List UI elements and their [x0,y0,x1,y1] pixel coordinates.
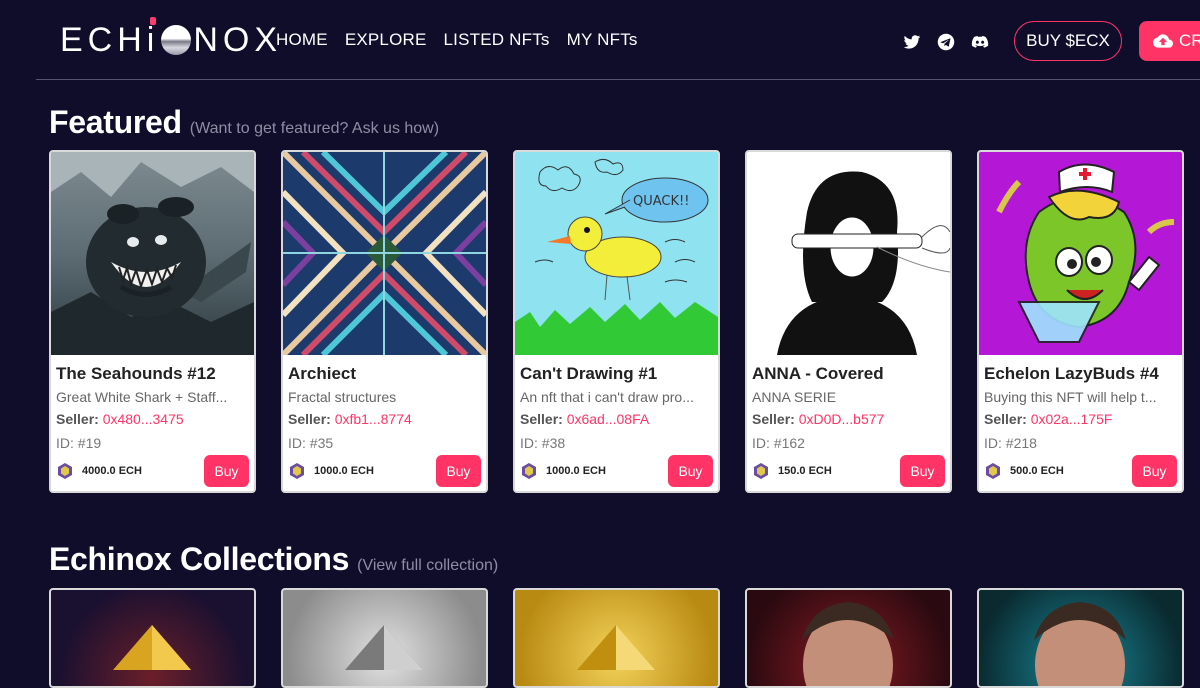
ech-token-icon [58,463,72,479]
featured-heading: Featured (Want to get featured? Ask us h… [49,104,439,141]
collections-heading: Echinox Collections (View full collectio… [49,541,498,578]
price-value: 1000.0 ECH [314,465,374,477]
nft-seller: Seller: 0xD0D...b577 [752,411,884,427]
price-value: 4000.0 ECH [82,465,142,477]
logo-text-right: NOX [193,20,283,59]
nft-id: ID: #38 [520,435,566,451]
create-button-label: CR [1179,31,1200,50]
nft-name[interactable]: The Seahounds #12 [56,364,216,384]
seller-address[interactable]: 0x6ad...08FA [567,411,650,427]
ech-token-icon [522,463,536,479]
buy-button[interactable]: Buy [900,455,945,487]
telegram-icon[interactable] [937,33,955,51]
nft-description: ANNA SERIE [752,389,837,405]
nft-id: ID: #162 [752,435,805,451]
ethereum-icon [345,625,423,670]
nft-image[interactable] [747,152,950,355]
collection-card[interactable] [49,588,256,688]
nft-image[interactable] [979,152,1182,355]
collections-subtitle-link[interactable]: (View full collection) [357,557,498,575]
seller-label: Seller: [288,411,331,427]
collection-card[interactable] [745,588,952,688]
ethereum-icon [113,625,191,670]
seller-address[interactable]: 0xfb1...8774 [335,411,412,427]
nft-price: 1000.0 ECH [520,462,606,480]
buy-button[interactable]: Buy [436,455,481,487]
nft-card[interactable]: QUACK!! Can't Drawing #1 An nft that i c… [513,150,720,493]
nft-description: An nft that i can't draw pro... [520,389,694,405]
buy-button[interactable]: Buy [1132,455,1177,487]
nft-price: 500.0 ECH [984,462,1064,480]
seller-address[interactable]: 0x480...3475 [103,411,184,427]
ethereum-icon [577,625,655,670]
social-links [903,33,989,51]
nft-id: ID: #35 [288,435,334,451]
nft-price: 1000.0 ECH [288,462,374,480]
nft-name[interactable]: Echelon LazyBuds #4 [984,364,1159,384]
nav-listed-nfts[interactable]: LISTED NFTs [444,30,550,50]
buy-ecx-button[interactable]: BUY $ECX [1014,21,1122,61]
nft-description: Buying this NFT will help t... [984,389,1157,405]
discord-icon[interactable] [971,33,989,51]
logo-i-glyph: i [146,16,160,59]
collections-title: Echinox Collections [49,541,350,577]
buy-button[interactable]: Buy [204,455,249,487]
nft-seller: Seller: 0x02a...175F [984,411,1112,427]
ech-token-icon [754,463,768,479]
main-nav: HOME EXPLORE LISTED NFTs MY NFTs [276,30,638,50]
nft-image[interactable]: QUACK!! [515,152,718,355]
nft-card[interactable]: Archiect Fractal structures Seller: 0xfb… [281,150,488,493]
seller-label: Seller: [56,411,99,427]
price-value: 500.0 ECH [1010,465,1064,477]
collection-card[interactable] [977,588,1184,688]
echinox-logo[interactable]: ECH i NOX [60,16,283,59]
create-button[interactable]: CR [1139,21,1200,61]
nft-card[interactable]: ANNA - Covered ANNA SERIE Seller: 0xD0D.… [745,150,952,493]
seller-address[interactable]: 0xD0D...b577 [799,411,885,427]
seller-address[interactable]: 0x02a...175F [1031,411,1113,427]
nft-description: Fractal structures [288,389,397,405]
twitter-icon[interactable] [903,33,921,51]
nft-name[interactable]: ANNA - Covered [752,364,884,384]
nft-name[interactable]: Can't Drawing #1 [520,364,657,384]
featured-title: Featured [49,104,182,140]
duck-speech-text: QUACK!! [633,194,689,209]
price-value: 1000.0 ECH [546,465,606,477]
nft-image[interactable] [51,152,254,355]
seller-label: Seller: [984,411,1027,427]
nft-image[interactable] [283,152,486,355]
portrait-image [802,602,894,686]
seller-label: Seller: [520,411,563,427]
nft-price: 4000.0 ECH [56,462,142,480]
nav-explore[interactable]: EXPLORE [345,30,427,50]
logo-sphere-icon [161,25,192,55]
collection-card[interactable] [513,588,720,688]
nft-id: ID: #19 [56,435,102,451]
nft-card[interactable]: Echelon LazyBuds #4 Buying this NFT will… [977,150,1184,493]
seller-label: Seller: [752,411,795,427]
collection-card[interactable] [281,588,488,688]
logo-text-left: ECH [60,20,147,59]
featured-subtitle-link[interactable]: (Want to get featured? Ask us how) [190,120,439,138]
ech-token-icon [986,463,1000,479]
nav-my-nfts[interactable]: MY NFTs [567,30,638,50]
nft-id: ID: #218 [984,435,1037,451]
ech-token-icon [290,463,304,479]
nft-seller: Seller: 0x480...3475 [56,411,184,427]
nav-home[interactable]: HOME [276,30,328,50]
nft-price: 150.0 ECH [752,462,832,480]
header-divider [36,79,1200,80]
nft-seller: Seller: 0xfb1...8774 [288,411,412,427]
nft-card[interactable]: The Seahounds #12 Great White Shark + St… [49,150,256,493]
cloud-upload-icon [1153,34,1173,48]
buy-button[interactable]: Buy [668,455,713,487]
nft-seller: Seller: 0x6ad...08FA [520,411,649,427]
top-header: ECH i NOX HOME EXPLORE LISTED NFTs MY NF… [0,0,1200,80]
portrait-image [1034,602,1126,686]
nft-description: Great White Shark + Staff... [56,389,228,405]
nft-name[interactable]: Archiect [288,364,356,384]
price-value: 150.0 ECH [778,465,832,477]
